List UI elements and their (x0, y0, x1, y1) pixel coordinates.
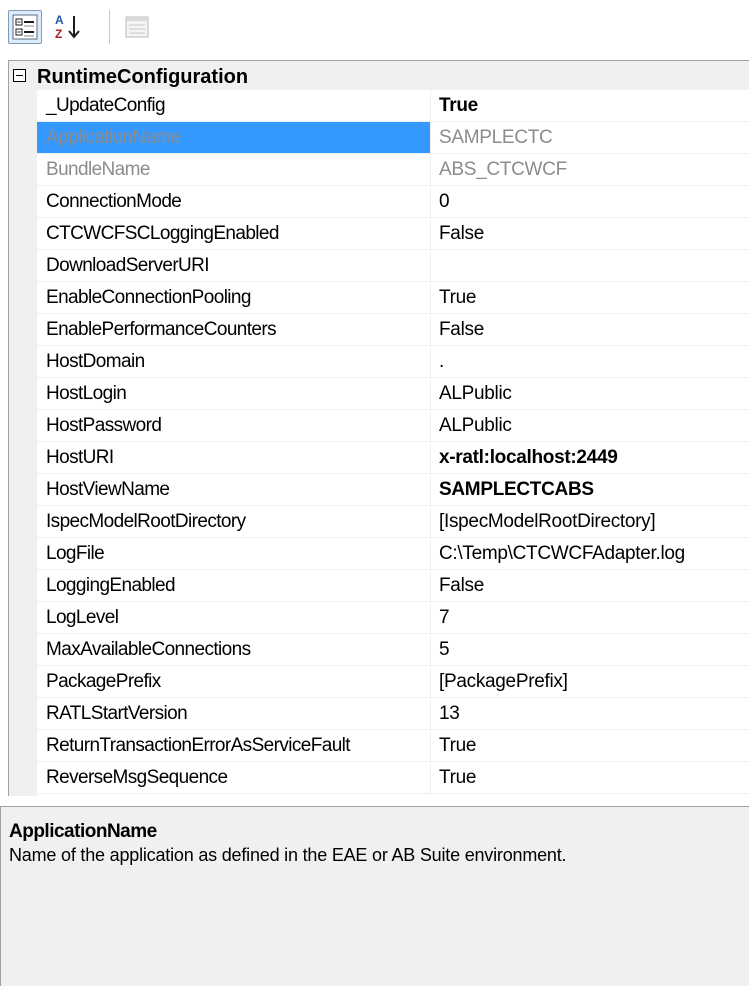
property-row-connection-mode[interactable]: ConnectionMode 0 (37, 186, 749, 218)
category-row-runtime-configuration[interactable]: RuntimeConfiguration (9, 61, 749, 90)
property-pages-icon (125, 16, 149, 38)
description-title: ApplicationName (9, 821, 157, 842)
property-row-enable-connection-pooling[interactable]: EnableConnectionPooling True (37, 282, 749, 314)
property-name: LoggingEnabled (37, 570, 431, 601)
property-value[interactable]: ALPublic (439, 378, 749, 409)
property-row-ratl-start-version[interactable]: RATLStartVersion 13 (37, 698, 749, 730)
property-value[interactable]: SAMPLECTCABS (439, 474, 749, 505)
property-value[interactable]: C:\Temp\CTCWCFAdapter.log (439, 538, 749, 569)
property-value[interactable]: True (439, 90, 749, 121)
property-value[interactable]: [IspecModelRootDirectory] (439, 506, 749, 537)
property-name: MaxAvailableConnections (37, 634, 431, 665)
categorized-button[interactable] (8, 10, 42, 44)
property-name: _UpdateConfig (37, 90, 431, 121)
property-name: ReturnTransactionErrorAsServiceFault (37, 730, 431, 761)
property-row-application-name[interactable]: ApplicationName SAMPLECTC (37, 122, 749, 154)
property-grid-toolbar: A Z (0, 0, 749, 60)
property-name: PackagePrefix (37, 666, 431, 697)
alphabetical-glyph-a: A (55, 13, 64, 27)
property-value[interactable]: . (439, 346, 749, 377)
property-row-host-view-name[interactable]: HostViewName SAMPLECTCABS (37, 474, 749, 506)
property-value[interactable]: SAMPLECTC (439, 122, 749, 153)
property-row-host-domain[interactable]: HostDomain . (37, 346, 749, 378)
property-row-update-config[interactable]: _UpdateConfig True (37, 90, 749, 122)
property-name: BundleName (37, 154, 431, 185)
property-name: IspecModelRootDirectory (37, 506, 431, 537)
property-name: HostViewName (37, 474, 431, 505)
property-name: LogLevel (37, 602, 431, 633)
property-name: HostURI (37, 442, 431, 473)
property-name: DownloadServerURI (37, 250, 431, 281)
property-row-log-file[interactable]: LogFile C:\Temp\CTCWCFAdapter.log (37, 538, 749, 570)
property-name: LogFile (37, 538, 431, 569)
description-text: Name of the application as defined in th… (9, 845, 567, 865)
property-row-package-prefix[interactable]: PackagePrefix [PackagePrefix] (37, 666, 749, 698)
property-name: HostPassword (37, 410, 431, 441)
property-name: ApplicationName (37, 122, 431, 153)
property-name: HostDomain (37, 346, 431, 377)
property-row-reverse-msg-sequence[interactable]: ReverseMsgSequence True (37, 762, 749, 794)
alphabetical-button[interactable]: A Z (52, 10, 86, 44)
property-name: ReverseMsgSequence (37, 762, 431, 793)
property-pages-button[interactable] (120, 10, 154, 44)
property-grid: RuntimeConfiguration _UpdateConfig True … (8, 60, 749, 796)
property-grid-gutter (9, 61, 37, 796)
alphabetical-glyph-z: Z (55, 27, 62, 41)
property-name: EnablePerformanceCounters (37, 314, 431, 345)
property-value[interactable]: False (439, 570, 749, 601)
property-name: HostLogin (37, 378, 431, 409)
property-row-max-available-connections[interactable]: MaxAvailableConnections 5 (37, 634, 749, 666)
property-row-enable-performance-counters[interactable]: EnablePerformanceCounters False (37, 314, 749, 346)
property-row-download-server-uri[interactable]: DownloadServerURI (37, 250, 749, 282)
property-value[interactable]: False (439, 218, 749, 249)
property-value[interactable]: True (439, 282, 749, 313)
property-row-bundle-name[interactable]: BundleName ABS_CTCWCF (37, 154, 749, 186)
property-value[interactable]: 7 (439, 602, 749, 633)
categorized-icon (12, 14, 38, 40)
property-name: CTCWCFSCLoggingEnabled (37, 218, 431, 249)
property-value[interactable]: True (439, 762, 749, 793)
property-value[interactable]: 0 (439, 186, 749, 217)
property-row-ispec-model-root-directory[interactable]: IspecModelRootDirectory [IspecModelRootD… (37, 506, 749, 538)
property-value[interactable]: True (439, 730, 749, 761)
property-value[interactable]: x-ratl:localhost:2449 (439, 442, 749, 473)
category-label: RuntimeConfiguration (37, 66, 249, 88)
property-value[interactable]: ABS_CTCWCF (439, 154, 749, 185)
property-name: EnableConnectionPooling (37, 282, 431, 313)
alphabetical-icon: A Z (55, 13, 80, 41)
property-row-host-uri[interactable]: HostURI x-ratl:localhost:2449 (37, 442, 749, 474)
property-value[interactable]: False (439, 314, 749, 345)
property-name: RATLStartVersion (37, 698, 431, 729)
property-name: ConnectionMode (37, 186, 431, 217)
property-value[interactable] (439, 250, 749, 281)
property-value[interactable]: [PackagePrefix] (439, 666, 749, 697)
property-row-ctcwcfsc-logging-enabled[interactable]: CTCWCFSCLoggingEnabled False (37, 218, 749, 250)
property-value[interactable]: ALPublic (439, 410, 749, 441)
property-row-logging-enabled[interactable]: LoggingEnabled False (37, 570, 749, 602)
property-row-host-password[interactable]: HostPassword ALPublic (37, 410, 749, 442)
toolbar-separator (109, 10, 110, 44)
description-pane: ApplicationName Name of the application … (0, 806, 749, 986)
property-row-host-login[interactable]: HostLogin ALPublic (37, 378, 749, 410)
property-row-log-level[interactable]: LogLevel 7 (37, 602, 749, 634)
property-value[interactable]: 13 (439, 698, 749, 729)
property-value[interactable]: 5 (439, 634, 749, 665)
collapse-icon[interactable] (13, 69, 26, 82)
property-row-return-transaction-error[interactable]: ReturnTransactionErrorAsServiceFault Tru… (37, 730, 749, 762)
